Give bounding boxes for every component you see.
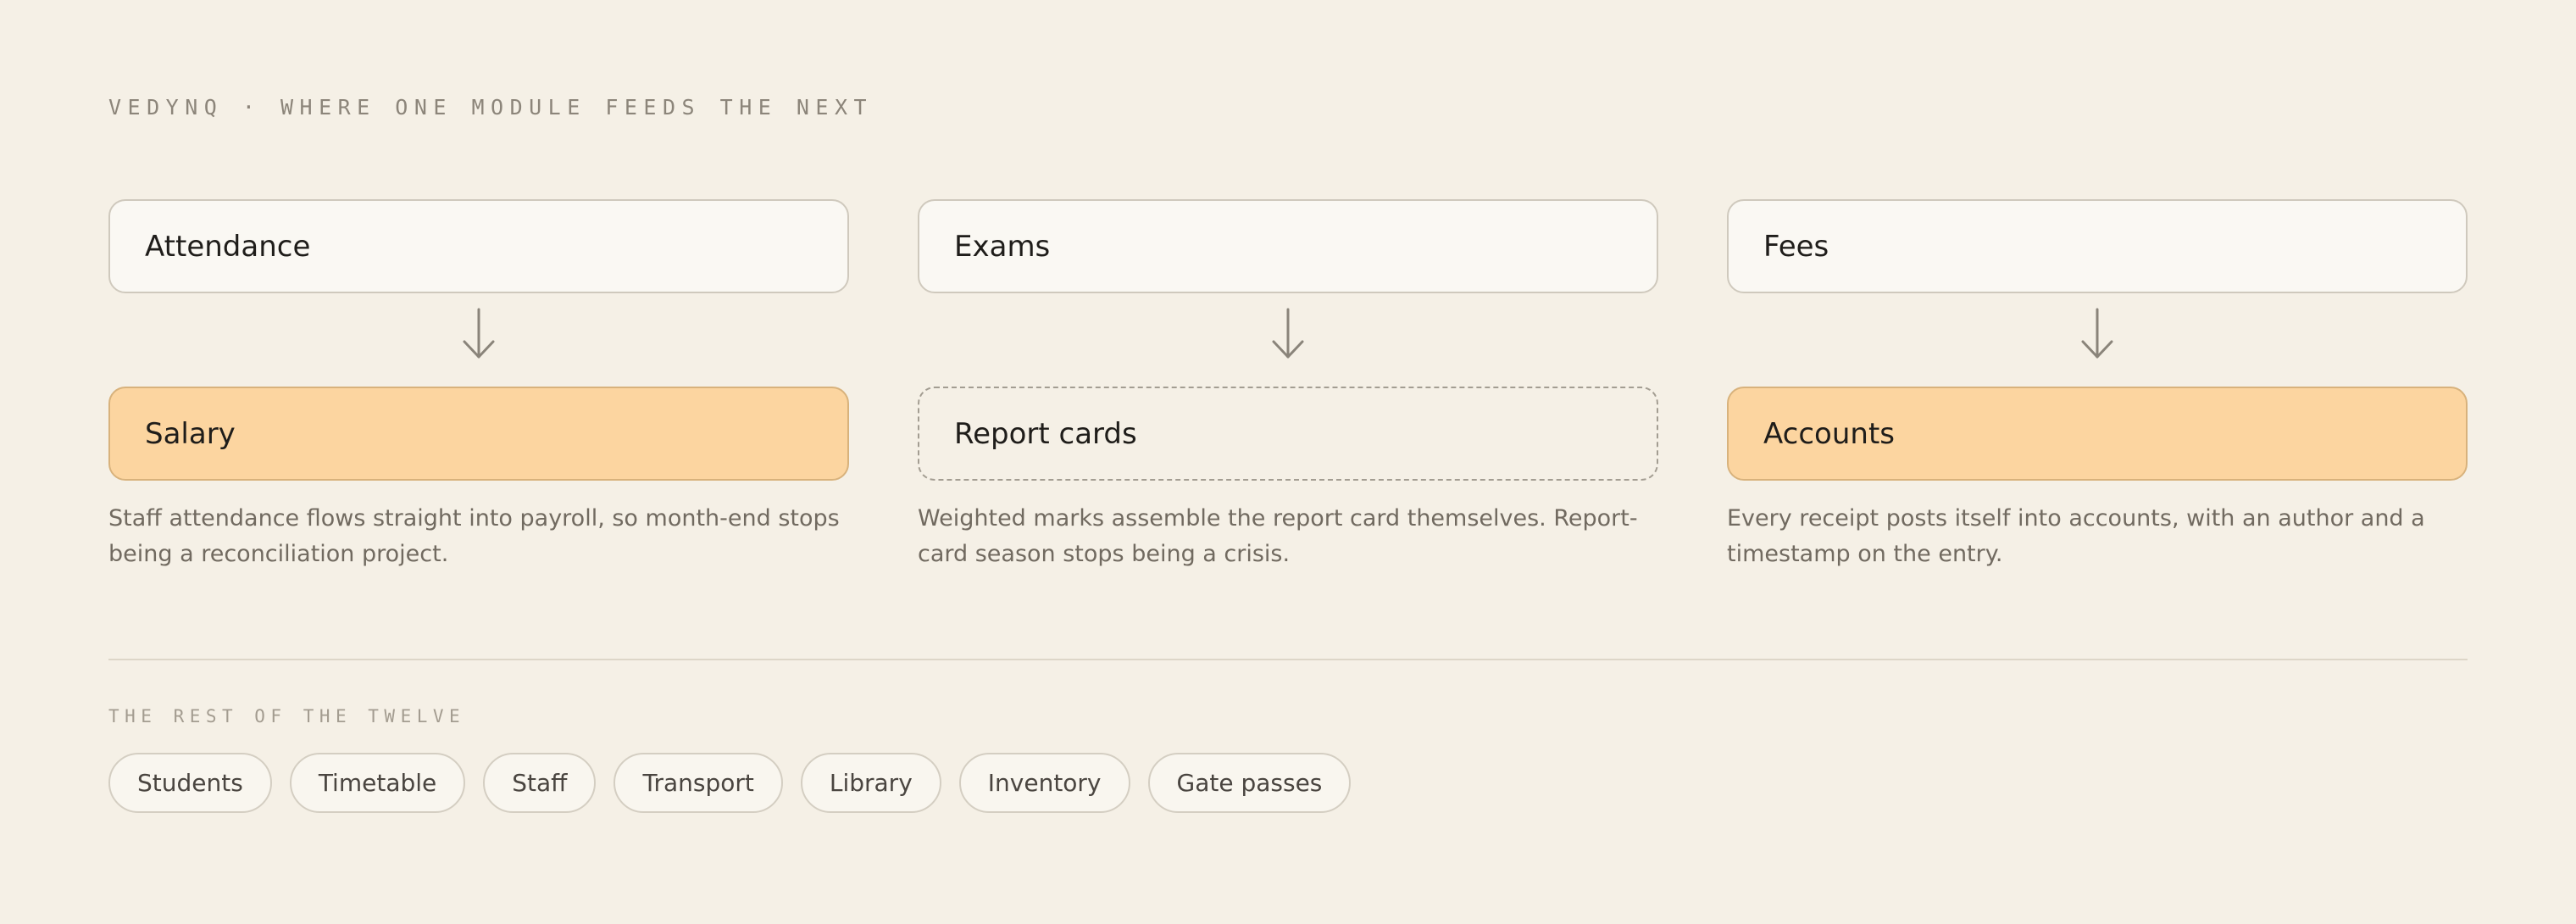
- module-box-report-cards: Report cards: [918, 387, 1658, 481]
- module-box-fees: Fees: [1727, 199, 2468, 293]
- flow-description-salary: Staff attendance flows straight into pay…: [108, 505, 840, 567]
- arrow-down-icon: [2081, 308, 2113, 359]
- flow-column-fees-accounts: Fees Accounts Every receipt posts itself…: [1727, 199, 2468, 572]
- flow-description-accounts: Every receipt posts itself into accounts…: [1727, 505, 2425, 567]
- flow-column-exams-report-cards: Exams Report cards Weighted marks assemb…: [918, 199, 1658, 572]
- module-chip-list: Students Timetable Staff Transport Libra…: [108, 753, 1352, 813]
- module-chip-gate-passes[interactable]: Gate passes: [1147, 753, 1352, 813]
- module-box-salary: Salary: [108, 387, 849, 481]
- module-box-exams: Exams: [918, 199, 1658, 293]
- flow-column-attendance-salary: Attendance Salary Staff attendance flows…: [108, 199, 849, 572]
- module-chip-library[interactable]: Library: [800, 753, 941, 813]
- module-chip-timetable[interactable]: Timetable: [289, 753, 466, 813]
- flow-description-report-cards: Weighted marks assemble the report card …: [918, 505, 1638, 567]
- rest-section-label: THE REST OF THE TWELVE: [108, 706, 466, 726]
- module-chip-students[interactable]: Students: [108, 753, 272, 813]
- module-chip-inventory[interactable]: Inventory: [958, 753, 1130, 813]
- arrow-down-icon: [1272, 308, 1304, 359]
- module-chip-transport[interactable]: Transport: [613, 753, 783, 813]
- page-eyebrow: VEDYNQ · WHERE ONE MODULE FEEDS THE NEXT: [108, 95, 874, 120]
- module-box-accounts: Accounts: [1727, 387, 2468, 481]
- arrow-down-icon: [463, 308, 495, 359]
- section-divider: [108, 659, 2468, 660]
- module-box-attendance: Attendance: [108, 199, 849, 293]
- module-chip-staff[interactable]: Staff: [483, 753, 597, 813]
